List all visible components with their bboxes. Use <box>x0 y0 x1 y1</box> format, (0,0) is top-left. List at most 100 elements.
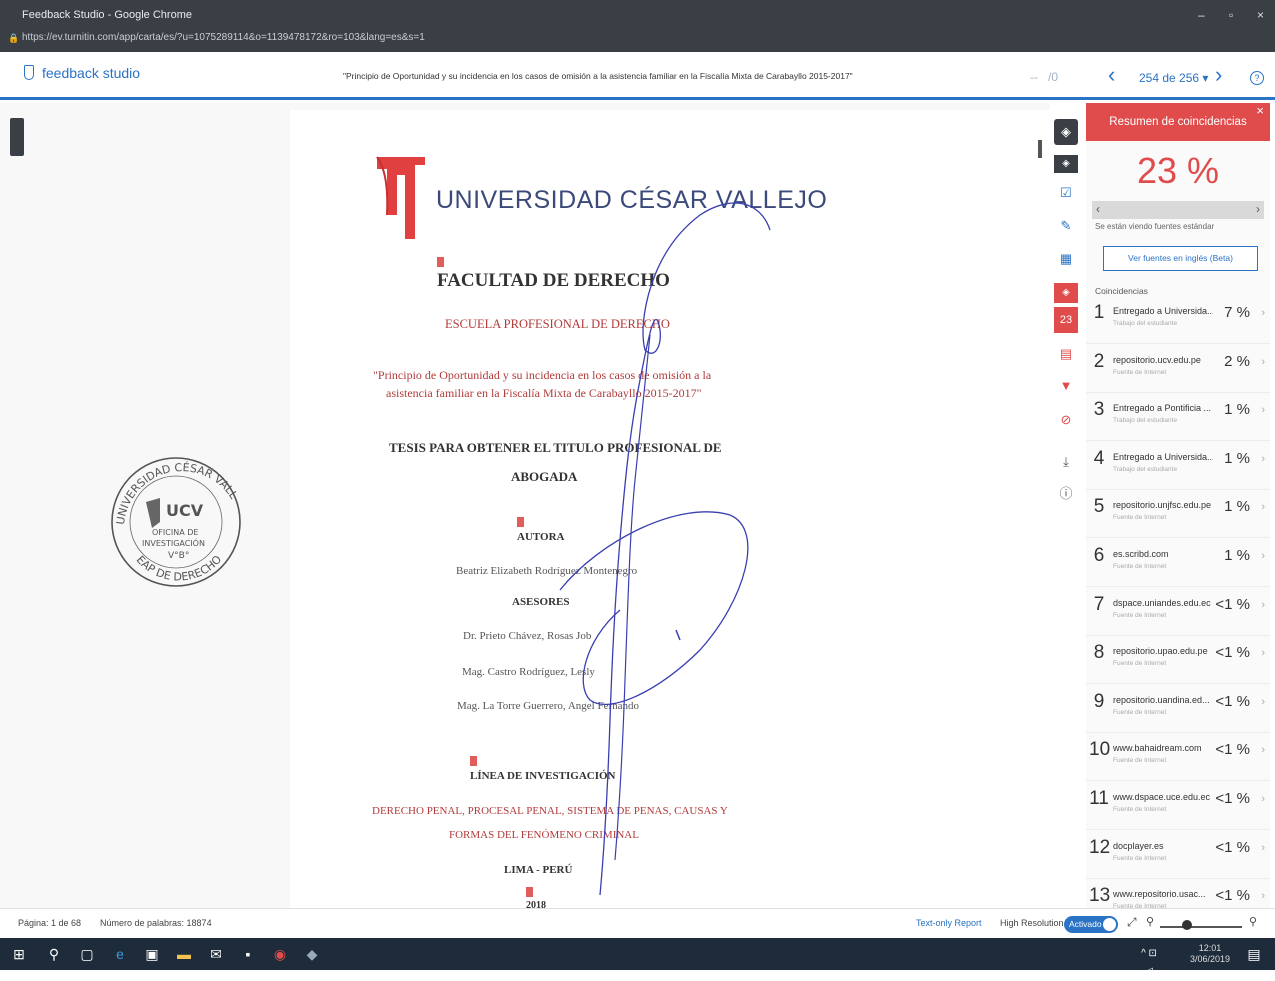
match-number: 6 <box>1093 545 1105 566</box>
match-row[interactable]: 1 Entregado a Universida... Trabajo del es… <box>1086 296 1270 344</box>
match-number: 10 <box>1089 739 1111 761</box>
text-only-report-link[interactable]: Text-only Report <box>916 918 982 928</box>
match-percentage: 1 % <box>1224 449 1250 467</box>
source-next-button[interactable]: › <box>1256 202 1260 216</box>
match-percentage: 1 % <box>1224 498 1250 516</box>
match-row[interactable]: 8 repositorio.upao.edu.pe Fuente de Intern… <box>1086 636 1270 685</box>
fit-screen-icon[interactable]: ⤢ <box>1127 915 1137 930</box>
chevron-right-icon[interactable]: › <box>1261 307 1265 319</box>
zoom-in-icon[interactable]: ⚲ <box>1249 915 1257 928</box>
english-sources-button[interactable]: Ver fuentes en inglés (Beta) <box>1103 246 1258 271</box>
match-source-type: Fuente de Internet <box>1113 563 1167 570</box>
high-resolution-toggle[interactable]: Activado <box>1064 916 1118 933</box>
task-view-icon[interactable]: ▢ <box>78 945 96 963</box>
clock-time: 12:01 <box>1198 943 1222 953</box>
chevron-right-icon[interactable]: › <box>1261 793 1265 805</box>
checkbox-icon[interactable]: ☑ <box>1054 180 1078 206</box>
chevron-right-icon[interactable]: › <box>1261 501 1265 513</box>
match-row[interactable]: 9 repositorio.uandina.ed... Fuente de Inte… <box>1086 685 1270 733</box>
match-source-name: repositorio.upao.edu.pe <box>1113 646 1208 657</box>
match-source-type: Fuente de Internet <box>1113 708 1167 716</box>
match-source-name: repositorio.unjfsc.edu.pe <box>1113 500 1212 511</box>
match-percentage: 2 % <box>1224 352 1250 370</box>
page-count: Página: 1 de 68 <box>18 918 82 928</box>
match-number: 2 <box>1093 350 1105 372</box>
source-prev-button[interactable]: ‹ <box>1096 202 1100 216</box>
edit-icon[interactable]: ✎ <box>1054 213 1078 239</box>
grid-icon[interactable]: ▦ <box>1054 246 1078 272</box>
layers-icon[interactable]: ◈ <box>1054 119 1078 145</box>
zoom-slider[interactable] <box>1160 926 1242 928</box>
match-row[interactable]: 3 Entregado a Pontificia ... Trabajo del e… <box>1086 393 1270 442</box>
match-row[interactable]: 4 Entregado a Universida... Trabajo del es… <box>1086 442 1270 490</box>
match-source-type: Fuente de Internet <box>1113 806 1167 813</box>
match-row[interactable]: 5 repositorio.unjfsc.edu.pe Fuente de Inte… <box>1086 490 1270 539</box>
match-row[interactable]: 11 www.dspace.uce.edu.ec Fuente de Interne… <box>1086 782 1270 830</box>
chrome-browser-icon[interactable]: ◉ <box>271 945 289 963</box>
download-icon[interactable]: ⤓ <box>1054 449 1078 475</box>
store-icon[interactable]: ▣ <box>143 945 161 963</box>
zoom-out-icon[interactable]: ⚲ <box>1146 915 1154 928</box>
similarity-score: 23 % <box>1136 150 1220 191</box>
chevron-right-icon[interactable]: › <box>1261 550 1265 562</box>
match-source-name: repositorio.uandina.ed... <box>1113 694 1210 705</box>
clock[interactable]: 12:01 3/06/2019 <box>1190 943 1230 965</box>
chevron-right-icon[interactable]: › <box>1261 890 1265 902</box>
sources-note: Se están viendo fuentes estándar <box>1095 222 1215 231</box>
panel-close-button[interactable]: × <box>1256 103 1264 118</box>
windows-start-icon[interactable]: ⊞ <box>10 945 28 963</box>
match-row[interactable]: 7 dspace.uniandes.edu.ec Fuente de Interne… <box>1086 588 1270 636</box>
status-bar: Página: 1 de 68 Número de palabras: 1887… <box>0 908 1275 938</box>
grading-layer-icon[interactable]: ◈ <box>1054 155 1078 173</box>
match-source-type: Trabajo del estudiante <box>1113 417 1178 425</box>
similarity-count-badge[interactable]: 23 <box>1054 307 1078 333</box>
stamp-office-2: INVESTIGACIÓN <box>142 537 205 548</box>
match-row[interactable]: 12 docplayer.es Fuente de Internet <1 % › <box>1086 831 1270 879</box>
match-source-name: dspace.uniandes.edu.ec <box>1113 597 1211 608</box>
match-number: 1 <box>1093 302 1105 323</box>
panel-title: Resumen de coincidencias <box>1086 103 1270 141</box>
match-number: 5 <box>1093 496 1105 518</box>
match-source-type: Trabajo del estudiante <box>1113 320 1178 327</box>
notifications-icon[interactable]: ▤ <box>1245 945 1263 963</box>
system-tray-icon[interactable]: ^ ⊡ ◁ <box>1140 945 1158 977</box>
chevron-right-icon[interactable]: › <box>1261 842 1265 854</box>
chevron-right-icon[interactable]: › <box>1261 647 1265 659</box>
app-icon[interactable]: ◆ <box>303 945 321 963</box>
chevron-right-icon[interactable]: › <box>1261 404 1265 416</box>
stamp-approval: V°B° <box>168 551 189 561</box>
match-row[interactable]: 6 es.scribd.com Fuente de Internet 1 % › <box>1086 539 1270 587</box>
match-source-name: repositorio.ucv.edu.pe <box>1113 354 1201 365</box>
toggle-label: Activado <box>1069 919 1102 929</box>
match-number: 7 <box>1093 593 1105 615</box>
chevron-right-icon[interactable]: › <box>1261 744 1265 756</box>
info-icon[interactable]: ⓘ <box>1054 481 1078 507</box>
similarity-layer-icon[interactable]: ◈ <box>1054 283 1078 303</box>
report-icon[interactable]: ▤ <box>1054 341 1078 367</box>
edge-browser-icon[interactable]: e <box>111 945 129 963</box>
chevron-right-icon[interactable]: › <box>1261 356 1265 368</box>
word-count: Número de palabras: 18874 <box>100 918 212 928</box>
match-percentage: <1 % <box>1215 595 1250 613</box>
zoom-slider-handle[interactable] <box>1182 920 1192 930</box>
match-source-name: www.repositorio.usac... <box>1113 889 1206 900</box>
chevron-right-icon[interactable]: › <box>1261 696 1265 708</box>
chevron-right-icon[interactable]: › <box>1261 599 1265 611</box>
match-source-name: Entregado a Universida... <box>1113 306 1213 316</box>
clock-date: 3/06/2019 <box>1190 954 1231 964</box>
match-row[interactable]: 2 repositorio.ucv.edu.pe Fuente de Interne… <box>1086 345 1270 393</box>
chevron-right-icon[interactable]: › <box>1261 453 1265 465</box>
sticky-notes-icon[interactable]: ▪ <box>239 945 257 963</box>
os-taskbar: ⊞ ⚲ ▢ e ▣ ▬ ✉ ▪ ◉ ◆ ^ ⊡ ◁ 12:01 3/06/201… <box>0 938 1275 977</box>
search-icon[interactable]: ⚲ <box>45 945 63 963</box>
filter-icon[interactable]: ▼ <box>1054 373 1078 399</box>
match-source-type: Fuente de Internet <box>1113 854 1167 862</box>
match-source-type: Trabajo del estudiante <box>1113 465 1178 473</box>
exclude-icon[interactable]: ⊘ <box>1054 407 1078 433</box>
match-number: 13 <box>1089 885 1111 907</box>
mail-icon[interactable]: ✉ <box>207 945 225 963</box>
match-source-type: Fuente de Internet <box>1113 660 1167 668</box>
match-row[interactable]: 10 www.bahaidream.com Fuente de Internet <1… <box>1086 733 1270 782</box>
matches-label: Coincidencias <box>1095 286 1148 296</box>
file-explorer-icon[interactable]: ▬ <box>175 945 193 963</box>
